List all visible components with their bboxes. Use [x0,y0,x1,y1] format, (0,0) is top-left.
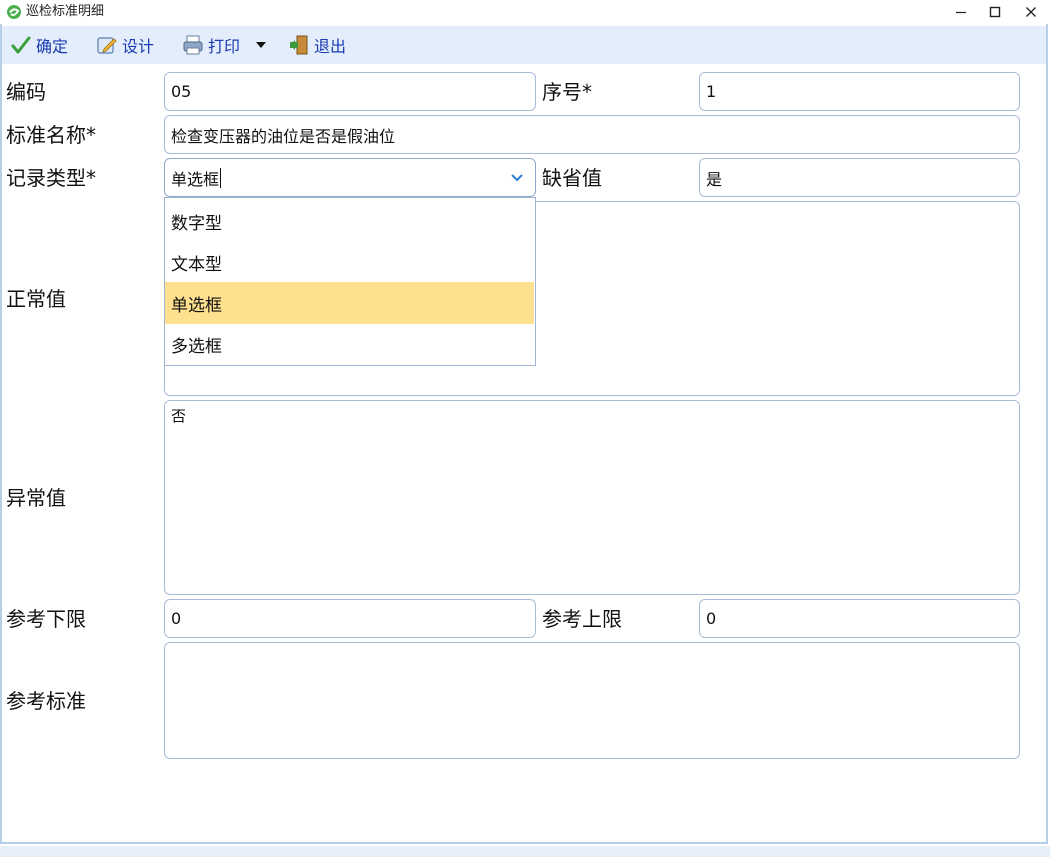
code-label: 编码 [6,80,46,104]
minimize-button[interactable] [944,0,978,24]
window-title: 巡检标准明细 [26,4,105,19]
default-input[interactable]: 是 [699,158,1020,197]
ref-lower-value: 0 [171,609,182,628]
seq-value: 1 [706,82,717,101]
print-button[interactable]: 打印 [182,33,240,57]
ref-lower-input[interactable]: 0 [164,599,536,638]
app-logo-icon [7,5,21,19]
record-type-select[interactable]: 单选框 [164,158,536,197]
ref-upper-value: 0 [706,609,717,628]
maximize-button[interactable] [978,0,1012,24]
std-name-input[interactable]: 检查变压器的油位是否是假油位 [164,115,1020,154]
checkmark-icon [10,34,32,56]
std-name-value: 检查变压器的油位是否是假油位 [171,126,396,146]
exit-label: 退出 [314,37,347,56]
minimize-icon [956,11,966,14]
frame-border-bottom [0,842,1048,844]
title-bar: 巡检标准明细 [0,0,1050,24]
record-type-label: 记录类型* [6,166,96,190]
code-value: 05 [171,82,192,101]
std-name-label: 标准名称* [6,123,96,147]
toolbar: 确定 设计 打印 退出 [2,26,1046,64]
ref-std-textarea[interactable] [164,642,1020,759]
ok-label: 确定 [36,37,69,56]
default-label: 缺省值 [542,166,602,190]
dropdown-option[interactable]: 多选框 [165,323,535,365]
frame-border-left [0,24,2,844]
record-type-dropdown: 数字型 文本型 单选框 多选框 [164,197,536,366]
ref-std-label: 参考标准 [6,689,86,713]
print-dropdown-arrow-icon[interactable] [254,40,268,50]
window: 巡检标准明细 确定 设计 打印 退出 编码 05 序号* 1 标准名称* 检查变… [0,0,1050,857]
close-button[interactable] [1014,0,1048,24]
exit-button[interactable]: 退出 [288,33,346,57]
default-value: 是 [706,169,723,189]
design-button[interactable]: 设计 [96,33,154,57]
normal-label: 正常值 [6,287,66,311]
abnormal-value: 否 [171,407,187,425]
dropdown-option-selected[interactable]: 单选框 [165,282,534,324]
exit-door-icon [288,34,310,56]
text-caret [220,167,222,188]
record-type-value: 单选框 [171,169,220,189]
ok-button[interactable]: 确定 [10,33,68,57]
abnormal-textarea[interactable]: 否 [164,400,1020,595]
ref-upper-input[interactable]: 0 [699,599,1020,638]
seq-input[interactable]: 1 [699,72,1020,111]
seq-label: 序号* [542,80,592,104]
design-label: 设计 [122,37,155,56]
printer-icon [182,34,204,56]
print-label: 打印 [208,37,241,56]
maximize-icon [989,6,1001,18]
frame-border-right [1046,24,1048,844]
ref-lower-label: 参考下限 [6,607,86,631]
ref-upper-label: 参考上限 [542,607,622,631]
edit-icon [96,34,118,56]
status-strip [0,846,1050,857]
dropdown-option[interactable]: 数字型 [165,200,535,242]
chevron-down-icon[interactable] [500,160,534,196]
dropdown-option[interactable]: 文本型 [165,241,535,283]
close-icon [1026,7,1036,17]
abnormal-label: 异常值 [6,486,66,510]
code-input[interactable]: 05 [164,72,536,111]
